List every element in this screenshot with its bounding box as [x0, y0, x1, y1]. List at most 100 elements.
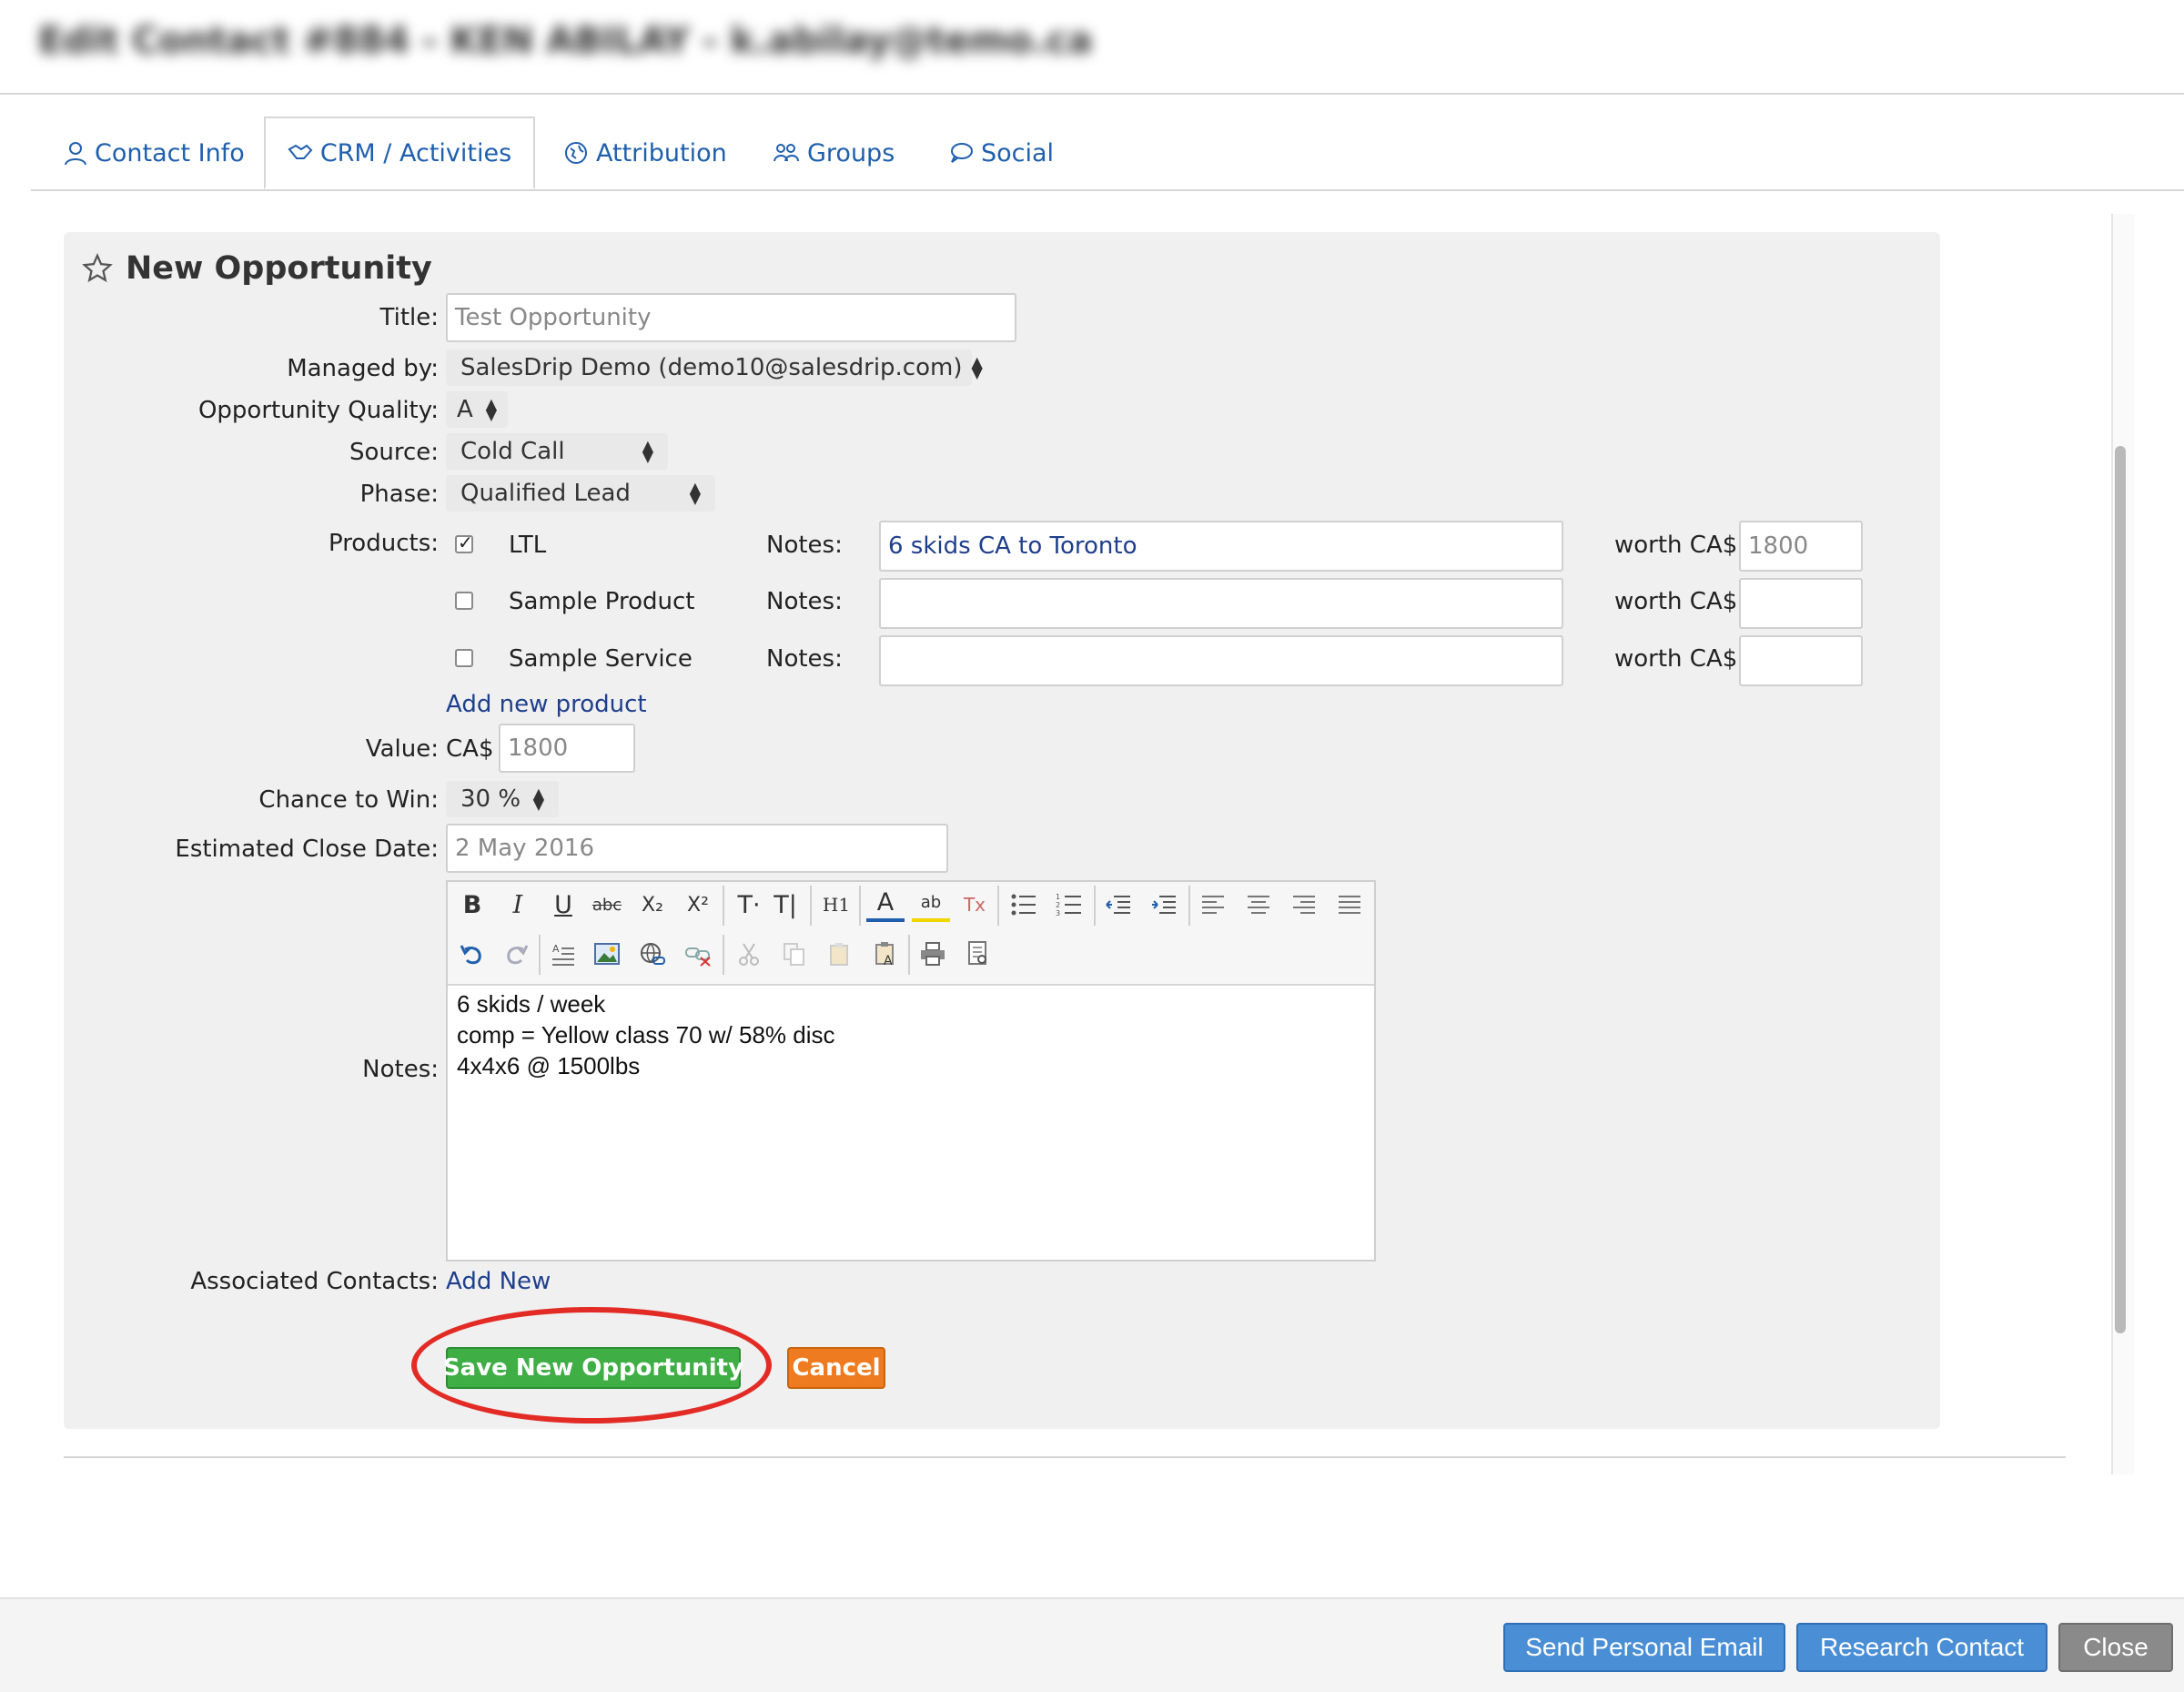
align-right-icon[interactable]	[1285, 886, 1323, 924]
dialog-title: Edit Contact #884 - KEN ABILAY - k.abila…	[38, 20, 1093, 62]
find-replace-icon[interactable]: A	[544, 935, 582, 973]
cancel-button[interactable]: Cancel	[787, 1347, 885, 1389]
indent-icon[interactable]	[1145, 886, 1183, 924]
scrollbar-thumb[interactable]	[2115, 446, 2126, 1333]
associated-contacts-label: Associated Contacts:	[190, 1268, 439, 1295]
paste-icon[interactable]	[821, 935, 859, 973]
product-notes-input[interactable]	[879, 635, 1563, 686]
highlight-annotation-ellipse	[411, 1307, 772, 1424]
preview-icon[interactable]	[959, 935, 997, 973]
product-name: Sample Service	[509, 645, 693, 673]
product-worth-input[interactable]	[1739, 635, 1863, 686]
tab-contact-info[interactable]: Contact Info	[64, 118, 245, 187]
text-color-icon[interactable]: A	[866, 886, 905, 922]
managed-by-select[interactable]: SalesDrip Demo (demo10@salesdrip.com) ▲ ▼	[446, 350, 983, 386]
product-worth-input[interactable]: 1800	[1739, 521, 1863, 572]
font-size-alt-icon[interactable]: T|	[766, 886, 804, 924]
add-new-contact-link[interactable]: Add New	[446, 1268, 551, 1295]
quality-select[interactable]: A ▲ ▼	[446, 391, 508, 428]
close-button[interactable]: Close	[2058, 1623, 2173, 1672]
unlink-icon[interactable]	[679, 935, 717, 973]
tab-label: Social	[981, 138, 1055, 167]
select-arrows-icon: ▲ ▼	[532, 785, 544, 813]
italic-icon[interactable]: I	[499, 886, 537, 924]
phase-label: Phase:	[359, 481, 439, 508]
paste-text-icon[interactable]: A	[866, 935, 905, 973]
tab-crm-activities[interactable]: CRM / Activities	[264, 117, 535, 189]
product-worth-label: worth CA$	[1614, 532, 1738, 559]
close-date-label: Estimated Close Date:	[175, 836, 439, 863]
remove-format-icon[interactable]: Tx	[956, 886, 994, 924]
select-arrows-icon: ▲ ▼	[689, 479, 701, 507]
link-icon[interactable]	[633, 935, 672, 973]
source-select[interactable]: Cold Call ▲ ▼	[446, 433, 668, 470]
tab-bar: Contact Info CRM / Activities Attributio…	[31, 117, 2184, 191]
value-input[interactable]: 1800	[499, 724, 635, 773]
toolbar-separator	[723, 935, 724, 975]
chance-value: 30 %	[460, 785, 521, 813]
font-size-icon[interactable]: T·	[730, 886, 768, 924]
product-notes-input[interactable]	[879, 578, 1563, 629]
value-currency: CA$	[446, 735, 494, 763]
cut-icon[interactable]	[730, 935, 768, 973]
add-new-product-link[interactable]: Add new product	[446, 691, 647, 718]
tab-attribution[interactable]: Attribution	[563, 118, 727, 187]
toolbar-separator	[997, 886, 999, 926]
title-input[interactable]: Test Opportunity	[446, 293, 1016, 342]
editor-line: 4x4x6 @ 1500lbs	[457, 1052, 641, 1079]
highlight-icon[interactable]: ab	[912, 886, 950, 922]
align-left-icon[interactable]	[1194, 886, 1232, 924]
globe-icon	[563, 140, 589, 166]
products-label: Products:	[328, 530, 439, 557]
underline-icon[interactable]: U	[544, 886, 582, 924]
user-icon	[64, 140, 87, 166]
managed-by-label: Managed by:	[287, 355, 439, 382]
outdent-icon[interactable]	[1099, 886, 1138, 924]
redo-icon[interactable]	[497, 935, 535, 973]
product-notes-input[interactable]: 6 skids CA to Toronto	[879, 521, 1563, 572]
select-arrows-icon: ▲ ▼	[485, 395, 497, 423]
align-center-icon[interactable]	[1239, 886, 1278, 924]
content-divider	[64, 1456, 2066, 1458]
toolbar-separator	[1094, 886, 1096, 926]
copy-icon[interactable]	[775, 935, 814, 973]
research-contact-button[interactable]: Research Contact	[1796, 1623, 2048, 1672]
notes-label: Notes:	[362, 1056, 439, 1083]
send-personal-email-button[interactable]: Send Personal Email	[1503, 1623, 1785, 1672]
bold-icon[interactable]: B	[453, 886, 491, 924]
bullet-list-icon[interactable]	[1005, 886, 1043, 924]
tab-social[interactable]: Social	[948, 118, 1054, 187]
product-checkbox[interactable]	[455, 532, 473, 553]
toolbar-separator	[539, 935, 541, 975]
justify-icon[interactable]	[1330, 886, 1369, 924]
group-icon	[773, 141, 800, 165]
product-worth-label: worth CA$	[1614, 645, 1738, 673]
strikethrough-icon[interactable]: abc	[588, 886, 626, 924]
subscript-icon[interactable]: X₂	[633, 886, 672, 924]
image-icon[interactable]	[588, 935, 626, 973]
phase-select[interactable]: Qualified Lead ▲ ▼	[446, 475, 715, 512]
editor-line: 6 skids / week	[457, 990, 606, 1018]
print-icon[interactable]	[914, 935, 952, 973]
phase-value: Qualified Lead	[460, 480, 631, 507]
chance-select[interactable]: 30 % ▲ ▼	[446, 781, 559, 817]
tab-groups[interactable]: Groups	[773, 118, 895, 187]
star-icon	[82, 253, 113, 284]
product-checkbox[interactable]	[455, 592, 473, 610]
product-worth-input[interactable]	[1739, 578, 1863, 629]
quality-label: Opportunity Quality:	[197, 397, 439, 424]
tab-label: Contact Info	[95, 138, 245, 167]
undo-icon[interactable]	[453, 935, 491, 973]
panel-heading: New Opportunity	[126, 250, 432, 287]
quality-value: A	[457, 396, 473, 423]
editor-content[interactable]: 6 skids / week comp = Yellow class 70 w/…	[457, 988, 835, 1081]
superscript-icon[interactable]: X²	[679, 886, 717, 924]
managed-by-value: SalesDrip Demo (demo10@salesdrip.com)	[460, 354, 963, 381]
product-checkbox[interactable]	[455, 649, 473, 667]
close-date-input[interactable]: 2 May 2016	[446, 824, 948, 873]
heading-icon[interactable]: H1	[817, 886, 855, 924]
numbered-list-icon[interactable]: 123	[1050, 886, 1088, 924]
product-name: LTL	[509, 532, 547, 559]
tab-label: Attribution	[596, 138, 727, 167]
source-label: Source:	[349, 439, 439, 466]
